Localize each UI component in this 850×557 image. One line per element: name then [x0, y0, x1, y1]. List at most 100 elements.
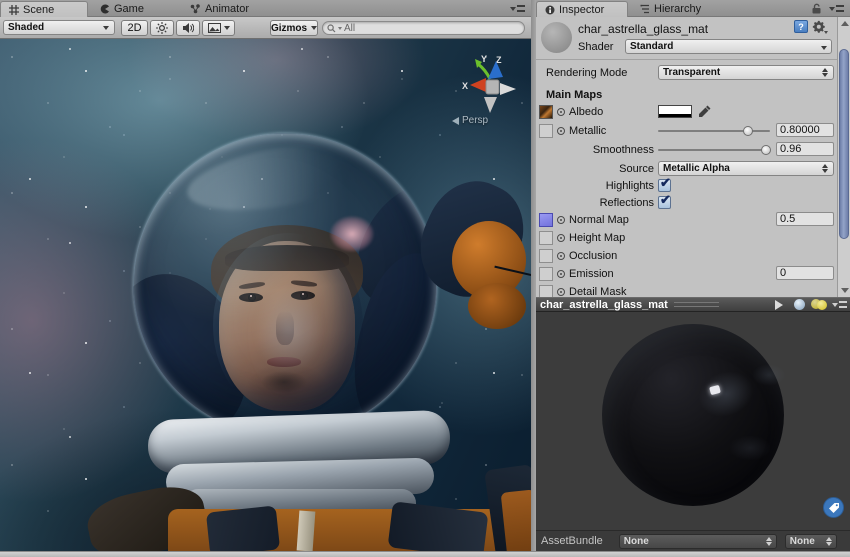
metallic-slider[interactable] — [658, 130, 770, 132]
scene-effects-button[interactable] — [202, 20, 235, 36]
scrollbar-up-arrow-icon[interactable] — [841, 21, 849, 26]
smoothness-slider[interactable] — [658, 149, 770, 151]
tab-inspector[interactable]: Inspector — [536, 1, 628, 17]
preview-reflection-arc — [692, 364, 760, 424]
emission-label: Emission — [569, 268, 614, 280]
row-metallic: Metallic 0.80000 — [536, 122, 837, 140]
updown-icon — [766, 537, 773, 546]
tab-hierarchy[interactable]: Hierarchy — [632, 1, 709, 17]
emission-texture-slot[interactable] — [539, 267, 553, 281]
scrollbar-thumb[interactable] — [839, 49, 849, 239]
normal-map-target-icon[interactable] — [557, 216, 565, 224]
normal-map-value-field[interactable]: 0.5 — [776, 212, 834, 226]
scene-audio-button[interactable] — [176, 20, 200, 36]
gear-icon[interactable] — [812, 20, 828, 34]
row-main-maps: Main Maps — [536, 86, 837, 104]
emission-target-icon[interactable] — [557, 270, 565, 278]
image-icon — [208, 23, 221, 33]
normal-map-texture-thumbnail[interactable] — [539, 213, 553, 227]
scene-pane: Scene Game Animator Shaded 2D — [0, 0, 531, 557]
reflections-label: Reflections — [536, 197, 654, 209]
shader-caret-icon — [821, 46, 827, 50]
gizmo-y-axis-arrow — [478, 64, 490, 79]
albedo-target-icon[interactable] — [557, 108, 565, 116]
persp-wedge-icon — [452, 117, 459, 125]
preview-sphere-button[interactable] — [790, 299, 808, 311]
emission-value-field[interactable]: 0 — [776, 266, 834, 280]
assetbundle-dropdown[interactable]: None — [619, 534, 777, 549]
height-map-target-icon[interactable] — [557, 234, 565, 242]
help-icon[interactable]: ? — [794, 20, 808, 33]
tab-animator[interactable]: Animator — [182, 1, 257, 17]
material-thumbnail-sphere[interactable] — [541, 22, 572, 53]
occlusion-target-icon[interactable] — [557, 252, 565, 260]
metallic-value-field[interactable]: 0.80000 — [776, 123, 834, 137]
metallic-target-icon[interactable] — [557, 127, 565, 135]
metallic-slider-knob[interactable] — [743, 126, 753, 136]
occlusion-texture-slot[interactable] — [539, 249, 553, 263]
gizmo-y-label: Y — [481, 54, 487, 64]
scene-edge-orange-shape — [501, 489, 531, 551]
toggle-2d-button[interactable]: 2D — [121, 20, 148, 36]
tab-scene[interactable]: Scene — [0, 1, 88, 17]
material-name: char_astrella_glass_mat — [578, 22, 708, 36]
preview-reflection-soft — [752, 364, 786, 386]
assetbundle-variant-dropdown[interactable]: None — [785, 534, 837, 549]
inspector-tabbar: Inspector Hierarchy — [536, 0, 850, 17]
smoothness-slider-knob[interactable] — [761, 145, 771, 155]
scrollbar-down-arrow-icon[interactable] — [841, 288, 849, 293]
asset-label-button[interactable] — [823, 497, 844, 518]
reflections-checkbox[interactable]: ✔ — [658, 196, 671, 209]
shader-dropdown[interactable]: Standard — [625, 39, 832, 54]
animator-icon — [190, 4, 201, 14]
inspector-pane-menu-icon[interactable] — [829, 5, 844, 12]
rendering-mode-value: Transparent — [663, 67, 720, 78]
assetbundle-variant-value: None — [790, 536, 815, 547]
tab-hierarchy-label: Hierarchy — [654, 3, 701, 15]
scene-pane-menu-icon[interactable] — [510, 5, 525, 12]
scene-orientation-gizmo[interactable]: X Y Z — [448, 53, 522, 117]
material-preview-sphere[interactable] — [602, 324, 784, 506]
draw-mode-dropdown[interactable]: Shaded — [3, 20, 115, 35]
preview-header[interactable]: char_astrella_glass_mat — [536, 297, 850, 312]
gizmo-persp-toggle[interactable]: Persp — [452, 115, 488, 126]
sphere-icon — [794, 299, 805, 310]
game-icon — [100, 4, 110, 14]
inspector-scrollbar[interactable] — [837, 17, 850, 297]
source-dropdown[interactable]: Metallic Alpha — [658, 161, 834, 176]
search-filter-caret-icon[interactable] — [338, 27, 342, 30]
suit-strap-light — [297, 510, 316, 551]
shader-label: Shader — [578, 41, 613, 53]
preview-menu-icon[interactable] — [830, 299, 848, 311]
eyedropper-icon[interactable] — [698, 104, 712, 119]
smoothness-value-field[interactable]: 0.96 — [776, 142, 834, 156]
search-value: All — [344, 23, 355, 34]
tab-game[interactable]: Game — [92, 1, 152, 17]
scene-lighting-button[interactable] — [150, 20, 174, 36]
albedo-texture-thumbnail[interactable] — [539, 105, 553, 119]
preview-play-button[interactable] — [770, 299, 788, 311]
gizmos-dropdown[interactable]: Gizmos — [270, 20, 318, 36]
effects-caret-icon[interactable] — [224, 26, 230, 30]
rendering-mode-dropdown[interactable]: Transparent — [658, 65, 834, 80]
helmet-device-orange-small — [468, 283, 526, 329]
help-glyph: ? — [798, 22, 804, 32]
scene-viewport[interactable]: X Y Z Persp — [0, 39, 531, 551]
tag-icon — [828, 502, 840, 514]
albedo-color-swatch[interactable] — [658, 105, 692, 118]
metallic-texture-slot[interactable] — [539, 124, 553, 138]
helmet-glass-dome — [133, 133, 437, 437]
toggle-2d-label: 2D — [127, 22, 141, 34]
preview-lighting-button[interactable] — [810, 299, 828, 311]
height-map-label: Height Map — [569, 232, 625, 244]
material-properties: Rendering Mode Transparent Main Maps Alb… — [536, 60, 837, 297]
detail-mask-target-icon[interactable] — [557, 288, 565, 296]
lock-icon[interactable] — [811, 3, 822, 14]
row-occlusion: Occlusion — [536, 247, 837, 265]
scene-search-input[interactable]: All — [322, 21, 525, 35]
preview-drag-handle[interactable] — [674, 302, 719, 307]
highlights-checkbox[interactable]: ✔ — [658, 179, 671, 192]
material-preview-area[interactable] — [536, 312, 850, 530]
height-map-texture-slot[interactable] — [539, 231, 553, 245]
row-height-map: Height Map — [536, 229, 837, 247]
